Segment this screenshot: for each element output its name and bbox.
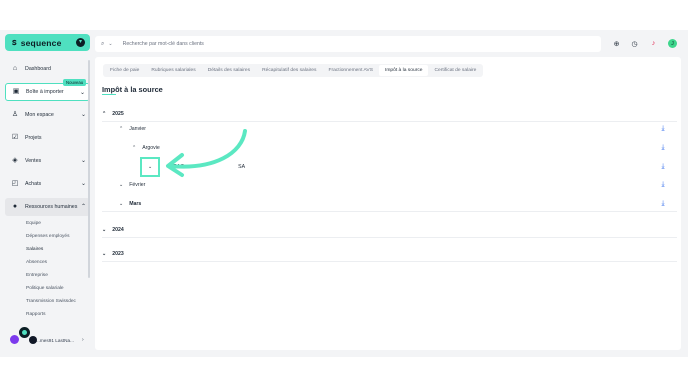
people-icon: ● — [12, 203, 18, 210]
user-avatar-top[interactable]: J — [668, 39, 677, 48]
title-underline — [102, 94, 116, 95]
main-panel: Fiche de paie Rubriques salariales Détai… — [95, 57, 681, 350]
search-bar[interactable]: ⌕ ⌄ Recherche par mot-clé dans clients — [95, 36, 601, 52]
download-icon[interactable]: ⤓ — [659, 163, 667, 171]
download-icon[interactable]: ⤓ — [659, 125, 667, 133]
bell-icon[interactable]: ♪ — [648, 38, 659, 49]
sub-item-swissdec[interactable]: Transmission Swissdec — [26, 299, 76, 304]
year-label: 2023 — [112, 250, 124, 257]
home-icon: ⌂ — [12, 65, 18, 72]
chevron-right-icon: › — [82, 337, 84, 343]
sub-item-depenses[interactable]: Dépenses employés — [26, 234, 69, 239]
add-icon[interactable]: ⊕ — [611, 38, 622, 49]
sidebar-item-ressources-humaines[interactable]: ● Ressources humaines ⌃ — [5, 198, 90, 216]
chevron-up-icon: ⌃ — [80, 204, 86, 210]
tree-row-2023[interactable]: ⌄ 2023 — [102, 246, 677, 262]
search-input[interactable]: Recherche par mot-clé dans clients — [123, 41, 204, 47]
tab-fiche-de-paie[interactable]: Fiche de paie — [104, 65, 145, 76]
sidebar-item-dashboard[interactable]: ⌂ Dashboard — [5, 60, 90, 78]
sub-item-entreprise[interactable]: Entreprise — [26, 273, 48, 278]
year-label: 2024 — [112, 226, 124, 233]
sidebar-item-label: Boîte à importer — [26, 89, 64, 95]
chevron-down-icon[interactable]: ⌄ — [102, 227, 106, 233]
inbox-icon: ▣ — [12, 88, 20, 95]
sub-item-equipe[interactable]: Equipe — [26, 221, 41, 226]
tab-rubriques-salariales[interactable]: Rubriques salariales — [145, 65, 201, 76]
user-menu[interactable]: ...mes91 LastNa... › — [10, 327, 88, 345]
month-label: Février — [129, 182, 146, 188]
sidebar-item-label: Projets — [25, 135, 42, 141]
download-icon[interactable]: ⤓ — [659, 181, 667, 189]
tree-row-mars[interactable]: ⌄ Mars ⤓ — [102, 197, 677, 212]
sidebar-item-mon-espace[interactable]: ♙ Mon espace ⌄ — [5, 106, 90, 124]
sub-item-rapports[interactable]: Rapports — [26, 312, 45, 317]
chevron-down-icon: ⌄ — [80, 112, 86, 118]
chevron-down-icon: ⌄ — [80, 181, 86, 187]
tab-bar: Fiche de paie Rubriques salariales Détai… — [103, 64, 484, 77]
chevron-up-icon[interactable]: ⌃ — [102, 111, 106, 117]
sidebar-item-label: Dashboard — [25, 66, 51, 72]
tree-row-2025[interactable]: ⌃ 2025 — [102, 106, 677, 122]
user-icon: ♙ — [11, 111, 19, 118]
sub-item-absences[interactable]: Absences — [26, 260, 47, 265]
year-label: 2025 — [112, 110, 124, 117]
sidebar-item-label: Ressources humaines — [25, 204, 78, 210]
chevron-down-icon[interactable]: ⌄ — [119, 201, 123, 207]
sub-item-politique[interactable]: Politique salariale — [26, 286, 64, 291]
chevron-down-icon[interactable]: ⌄ — [102, 251, 106, 257]
tab-certificat[interactable]: Certificat de salaire — [428, 65, 482, 76]
chevron-down-icon: ⌄ — [79, 90, 85, 96]
sidebar-scrollbar[interactable] — [88, 60, 90, 278]
sidebar: ꜱ sequence ▾ ⌂ Dashboard ▣ Boîte à impor… — [5, 34, 91, 350]
search-icon: ⌕ — [101, 40, 105, 47]
sub-item-salaires[interactable]: Salaires — [26, 247, 43, 252]
user-name: ...mes91 LastNa... — [36, 338, 75, 343]
logo-text: sequence — [20, 37, 62, 48]
company-avatar — [19, 327, 30, 338]
sidebar-item-projets[interactable]: ☑ Projets — [5, 129, 90, 147]
month-label: Janvier — [129, 126, 146, 132]
tab-impot-source[interactable]: Impôt à la source — [378, 65, 429, 76]
org-avatar — [10, 335, 19, 344]
tab-recapitulatif[interactable]: Récapitulatif des salaires — [256, 65, 322, 76]
month-label: Mars — [129, 201, 142, 207]
bag-icon: ◰ — [11, 180, 19, 187]
tab-fractionnement-avs[interactable]: Fractionnement AVS — [322, 65, 379, 76]
chevron-down-icon: ⌄ — [80, 158, 86, 164]
download-icon[interactable]: ⤓ — [659, 200, 667, 208]
clock-icon[interactable]: ◷ — [629, 38, 640, 49]
sidebar-item-ventes[interactable]: ◈ Ventes ⌄ — [5, 152, 90, 170]
check-square-icon: ☑ — [11, 134, 19, 141]
sidebar-item-label: Ventes — [25, 158, 42, 164]
logo-help-icon[interactable]: ▾ — [76, 38, 85, 47]
annotation-arrow-icon — [166, 129, 247, 177]
chevron-up-icon[interactable]: ⌃ — [119, 126, 123, 132]
chevron-down-icon[interactable]: ⌄ — [119, 182, 123, 188]
sidebar-item-label: Achats — [25, 181, 42, 187]
chevron-up-icon[interactable]: ⌃ — [132, 145, 136, 151]
sidebar-item-label: Mon espace — [25, 112, 54, 118]
tag-icon: ◈ — [12, 157, 18, 164]
sidebar-item-achats[interactable]: ◰ Achats ⌄ — [5, 175, 90, 193]
tab-details-salaires[interactable]: Détails des salaires — [202, 65, 256, 76]
new-badge: Nouveau — [63, 79, 87, 86]
tree-row-fevrier[interactable]: ⌄ Février ⤓ — [102, 178, 677, 192]
page-title: Impôt à la source — [102, 85, 163, 94]
tree-row-2024[interactable]: ⌄ 2024 — [102, 222, 677, 238]
app-logo[interactable]: ꜱ sequence ▾ — [5, 34, 90, 51]
chevron-down-icon[interactable]: ⌄ — [108, 41, 112, 47]
download-icon[interactable]: ⤓ — [659, 144, 667, 152]
logo-mark: ꜱ — [12, 37, 17, 47]
